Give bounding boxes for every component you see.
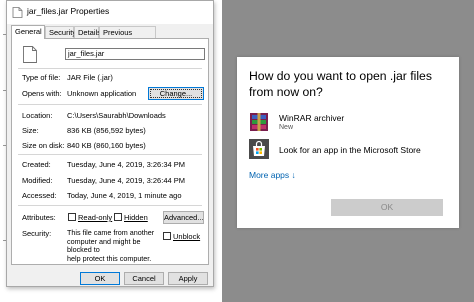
chevron-down-icon: ↓ <box>291 170 296 180</box>
type-of-file-label: Type of file: <box>22 73 61 82</box>
accessed-label: Accessed: <box>22 191 57 200</box>
file-icon <box>12 7 23 18</box>
properties-window: jar_files.jar Properties General Securit… <box>6 0 214 287</box>
question-line: How do you want to open .jar files <box>249 69 432 83</box>
tab-security[interactable]: Security <box>45 26 76 38</box>
hidden-checkbox[interactable] <box>114 213 122 221</box>
divider <box>18 68 202 69</box>
security-label: Security: <box>22 229 52 238</box>
store-icon <box>249 139 269 159</box>
accessed-value: Today, June 4, 2019, 1 minute ago <box>67 191 182 200</box>
open-with-question: How do you want to open .jar files from … <box>249 68 454 100</box>
location-value: C:\Users\Saurabh\Downloads <box>67 111 166 120</box>
readonly-label[interactable]: Read-only <box>78 213 112 222</box>
size-label: Size: <box>22 126 39 135</box>
modified-label: Modified: <box>22 176 53 185</box>
tab-general[interactable]: General <box>11 25 45 39</box>
open-with-ok-button[interactable]: OK <box>331 199 443 216</box>
app-option-winrar[interactable]: WinRAR archiver New <box>249 112 449 134</box>
location-label: Location: <box>22 111 53 120</box>
more-apps-label: More apps <box>249 170 290 180</box>
created-label: Created: <box>22 160 51 169</box>
apply-button[interactable]: Apply <box>168 272 208 285</box>
app-name: WinRAR archiver <box>279 113 345 123</box>
divider <box>18 154 202 155</box>
hidden-label[interactable]: Hidden <box>124 213 148 222</box>
question-line: from now on? <box>249 85 323 99</box>
modified-value: Tuesday, June 4, 2019, 3:26:44 PM <box>67 176 185 185</box>
opens-with-value: Unknown application <box>67 89 137 98</box>
tab-previous-versions[interactable]: Previous Versions <box>99 26 156 49</box>
security-message: This file came from another computer and… <box>67 228 163 263</box>
size-on-disk-label: Size on disk: <box>22 141 65 150</box>
general-panel: jar_files.jar Type of file: JAR File (.j… <box>11 38 209 265</box>
attributes-label: Attributes: <box>22 213 56 222</box>
unblock-label[interactable]: Unblock <box>173 232 200 241</box>
change-button[interactable]: Change... <box>148 87 204 100</box>
unblock-checkbox[interactable] <box>163 232 171 240</box>
file-name-input[interactable]: jar_files.jar <box>65 48 205 60</box>
app-option-store[interactable]: Look for an app in the Microsoft Store <box>249 139 449 161</box>
readonly-checkbox[interactable] <box>68 213 76 221</box>
open-with-dialog: How do you want to open .jar files from … <box>237 57 459 228</box>
advanced-button[interactable]: Advanced... <box>163 211 204 224</box>
winrar-icon <box>250 113 268 131</box>
more-apps-link[interactable]: More apps ↓ <box>249 170 296 180</box>
opens-with-label: Opens with: <box>22 89 62 98</box>
ok-button[interactable]: OK <box>80 272 120 285</box>
divider <box>18 104 202 105</box>
type-of-file-value: JAR File (.jar) <box>67 73 113 82</box>
divider <box>18 205 202 206</box>
title-bar: jar_files.jar Properties <box>7 1 213 24</box>
app-new-badge: New <box>279 124 294 131</box>
size-value: 836 KB (856,592 bytes) <box>67 126 146 135</box>
created-value: Tuesday, June 4, 2019, 3:26:34 PM <box>67 160 185 169</box>
security-message-line: help protect this computer. <box>67 253 152 263</box>
cancel-button[interactable]: Cancel <box>124 272 164 285</box>
app-name: Look for an app in the Microsoft Store <box>279 145 421 155</box>
window-title: jar_files.jar Properties <box>27 6 110 16</box>
security-message-line: computer and might be blocked to <box>67 236 141 254</box>
size-on-disk-value: 840 KB (860,160 bytes) <box>67 141 146 150</box>
file-icon <box>23 46 37 63</box>
tab-details[interactable]: Details <box>74 26 101 38</box>
